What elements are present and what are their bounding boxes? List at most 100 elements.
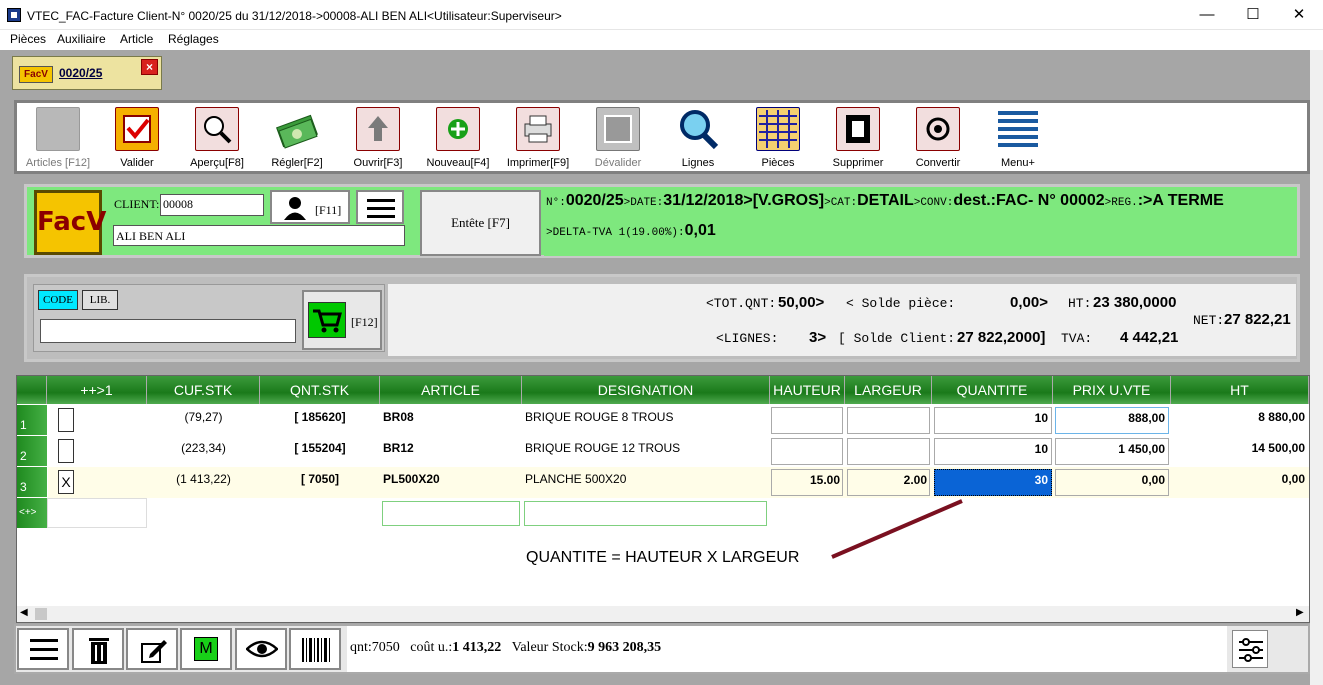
new-row-marker[interactable]: <+> — [17, 498, 47, 528]
row-2-largeur[interactable] — [847, 438, 930, 465]
row-3-article[interactable]: PL500X20 — [383, 472, 521, 486]
pieces-button[interactable]: Pièces — [740, 104, 816, 170]
search-lib-tab[interactable]: LIB. — [82, 290, 118, 310]
column-header-check[interactable]: ++>1 — [47, 376, 147, 404]
bottom-m-button[interactable]: M — [180, 628, 232, 670]
row-2-quantite[interactable]: 10 — [934, 438, 1052, 465]
new-row-article-input[interactable] — [382, 501, 520, 526]
close-window-button[interactable]: ✕ — [1284, 4, 1314, 26]
row-1-article[interactable]: BR08 — [383, 410, 521, 424]
column-header-ht[interactable]: HT — [1171, 376, 1309, 404]
minimize-button[interactable]: — — [1192, 4, 1222, 26]
column-header-cuf-stk[interactable]: CUF.STK — [147, 376, 260, 404]
up-arrow-icon — [356, 107, 400, 151]
row-2-hauteur[interactable] — [771, 438, 843, 465]
bottom-menu-button[interactable] — [17, 628, 69, 670]
scroll-right-icon[interactable]: ▶ — [1296, 607, 1304, 618]
maximize-button[interactable]: ☐ — [1238, 4, 1268, 26]
ouvrir-button[interactable]: Ouvrir[F3] — [340, 104, 416, 170]
row-header-3[interactable]: 3 — [17, 467, 47, 497]
solde-client-value: 27 822,2000] — [957, 329, 1046, 346]
column-header-hauteur[interactable]: HAUTEUR — [770, 376, 845, 404]
row-1-checkbox[interactable] — [58, 408, 74, 432]
row-3-hauteur[interactable]: 15.00 — [771, 469, 843, 496]
article-search-input[interactable] — [40, 319, 296, 343]
articles-button[interactable]: Articles [F12] — [20, 104, 96, 170]
row-3-qnt-stk: [ 7050] — [300, 472, 340, 486]
settings-sliders-button[interactable] — [1232, 630, 1268, 668]
entete-button[interactable]: Entête [F7] — [420, 190, 541, 256]
m-icon: M — [194, 637, 218, 661]
row-3-prix[interactable]: 0,00 — [1055, 469, 1169, 496]
column-header-largeur[interactable]: LARGEUR — [845, 376, 932, 404]
printer-icon — [516, 107, 560, 151]
search-code-tab[interactable]: CODE — [38, 290, 78, 310]
menu-article[interactable]: Article — [120, 32, 153, 46]
convert-gear-icon — [916, 107, 960, 151]
row-1-largeur[interactable] — [847, 407, 930, 434]
column-header-designation[interactable]: DESIGNATION — [522, 376, 770, 404]
imprimer-button[interactable]: Imprimer[F9] — [500, 104, 576, 170]
ht-label: HT: — [1068, 296, 1092, 311]
row-3-checkbox[interactable]: X — [58, 470, 74, 494]
vertical-scrollbar[interactable] — [1310, 50, 1323, 685]
menu-plus-button[interactable]: Menu+ — [980, 104, 1056, 170]
column-header-prix[interactable]: PRIX U.VTE — [1053, 376, 1171, 404]
menu-auxiliaire[interactable]: Auxiliaire — [57, 32, 106, 46]
nouveau-button[interactable]: Nouveau[F4] — [420, 104, 496, 170]
new-row-designation-input[interactable] — [524, 501, 767, 526]
column-header-quantite[interactable]: QUANTITE — [932, 376, 1053, 404]
row-1-hauteur[interactable] — [771, 407, 843, 434]
valider-button[interactable]: Valider — [99, 104, 175, 170]
row-1-quantite[interactable]: 10 — [934, 407, 1052, 434]
cout-label: coût u.: — [410, 640, 453, 655]
horizontal-scroll-thumb[interactable] — [35, 608, 47, 620]
stock-qnt: qnt:7050 — [350, 640, 400, 655]
menu-reglages[interactable]: Réglages — [168, 32, 219, 46]
supprimer-button[interactable]: Supprimer — [820, 104, 896, 170]
row-1-prix[interactable]: 888,00 — [1055, 407, 1169, 434]
menu-pieces[interactable]: Pièces — [10, 32, 46, 46]
document-info-line2: >DELTA-TVA 1(19.00%):0,01 — [546, 222, 716, 239]
row-2-designation[interactable]: BRIQUE ROUGE 12 TROUS — [525, 441, 769, 455]
bottom-view-button[interactable] — [235, 628, 287, 670]
document-info-line1: N°:0020/25>DATE:31/12/2018>[V.GROS]>CAT:… — [546, 192, 1224, 209]
column-header-article[interactable]: ARTICLE — [380, 376, 522, 404]
row-1-designation[interactable]: BRIQUE ROUGE 8 TROUS — [525, 410, 769, 424]
row-1-qnt-stk: [ 185620] — [294, 410, 346, 424]
bottom-barcode-button[interactable] — [289, 628, 341, 670]
row-2-cuf-stk: (223,34) — [181, 441, 226, 455]
client-code-field[interactable]: 00008 — [160, 194, 264, 216]
close-tab-icon[interactable]: × — [141, 59, 158, 75]
bottom-edit-button[interactable] — [126, 628, 178, 670]
convertir-button[interactable]: Convertir — [900, 104, 976, 170]
row-3-largeur[interactable]: 2.00 — [847, 469, 930, 496]
money-stack-icon — [275, 107, 319, 151]
scroll-left-icon[interactable]: ◀ — [20, 607, 28, 618]
row-3-quantite-selected[interactable]: 30 — [934, 469, 1052, 496]
row-2-checkbox[interactable] — [58, 439, 74, 463]
regler-button[interactable]: Régler[F2] — [259, 104, 335, 170]
net-label: NET: — [1193, 313, 1225, 328]
lignes-label: <LIGNES: — [716, 331, 779, 346]
search-lines-icon — [676, 107, 720, 151]
row-header-2[interactable]: 2 — [17, 436, 47, 466]
header-menu-button[interactable] — [356, 190, 404, 224]
row-3-designation[interactable]: PLANCHE 500X20 — [525, 472, 769, 486]
horizontal-scrollbar[interactable] — [17, 606, 1309, 622]
client-name-field[interactable]: ALI BEN ALI — [113, 225, 405, 246]
row-2-article[interactable]: BR12 — [383, 441, 521, 455]
row-2-prix[interactable]: 1 450,00 — [1055, 438, 1169, 465]
menu-lines-icon — [996, 107, 1040, 151]
formula-annotation: QUANTITE = HAUTEUR X LARGEUR — [526, 549, 800, 566]
hamburger-icon — [367, 199, 395, 218]
new-row-check-cell[interactable] — [47, 498, 147, 528]
lignes-button[interactable]: Lignes — [660, 104, 736, 170]
document-tab-label[interactable]: 0020/25 — [59, 66, 102, 80]
devalider-button[interactable]: Dévalider — [580, 104, 656, 170]
column-header-qnt-stk[interactable]: QNT.STK — [260, 376, 380, 404]
net-value: 27 822,21 — [1224, 311, 1291, 328]
bottom-delete-button[interactable] — [72, 628, 124, 670]
row-header-1[interactable]: 1 — [17, 405, 47, 435]
apercu-button[interactable]: Aperçu[F8] — [179, 104, 255, 170]
